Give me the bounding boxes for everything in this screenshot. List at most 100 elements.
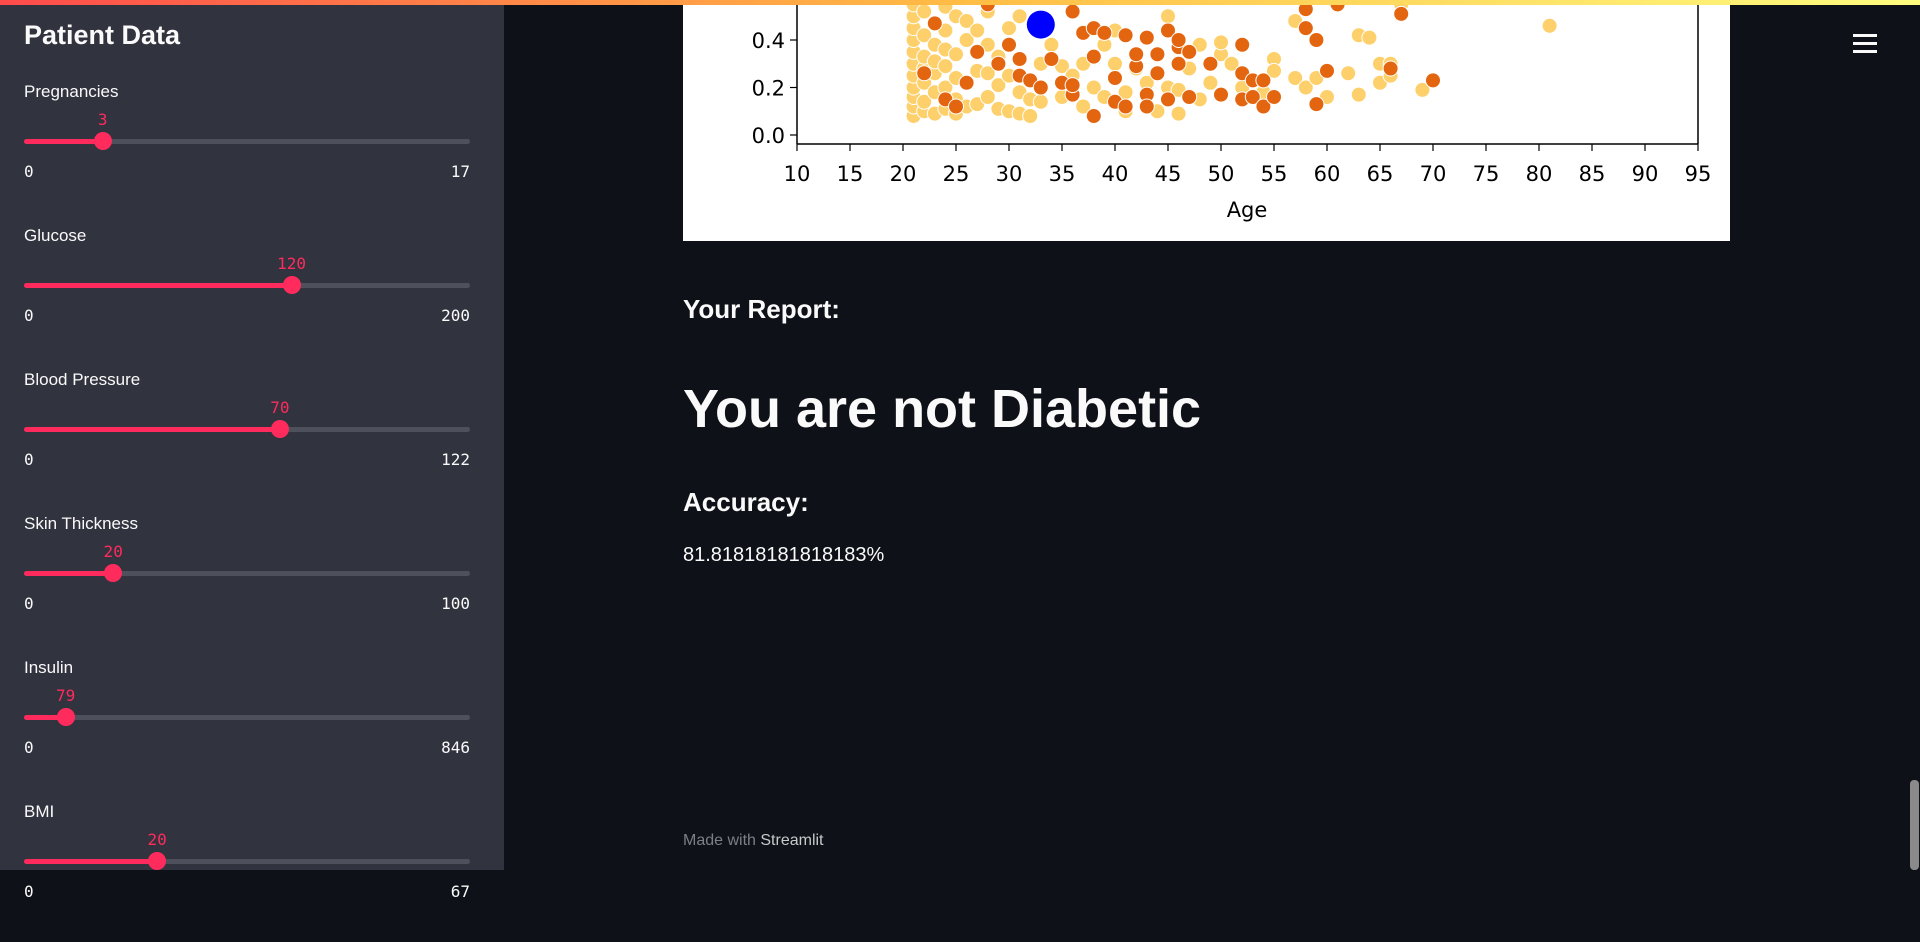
data-point	[1085, 108, 1102, 124]
data-point	[1213, 86, 1229, 103]
data-point	[1255, 72, 1272, 89]
slider-label: Blood Pressure	[24, 370, 141, 389]
x-tick-label: 70	[1420, 162, 1447, 186]
x-tick-label: 20	[890, 162, 917, 186]
data-point	[1350, 86, 1367, 103]
data-point	[1393, 5, 1410, 22]
top-decoration-bar	[0, 0, 1920, 5]
sidebar: Patient Data Pregnancies 3 0 17 Glucose 1…	[0, 0, 504, 901]
data-point	[969, 22, 986, 39]
slider-thumb[interactable]	[270, 420, 289, 438]
slider-thumb[interactable]	[148, 852, 167, 870]
slider-max: 67	[450, 882, 470, 901]
data-point	[1308, 96, 1325, 113]
slider-min: 0	[24, 594, 34, 613]
slider-thumb[interactable]	[93, 132, 112, 150]
data-point	[1160, 91, 1176, 108]
slider-track[interactable]	[24, 708, 470, 726]
vertical-scrollbar[interactable]	[1910, 780, 1919, 870]
footer: Made with Streamlit	[683, 832, 824, 850]
slider-max: 200	[441, 306, 470, 325]
report-heading: Your Report:	[683, 294, 840, 324]
data-point	[1107, 70, 1123, 86]
hamburger-icon[interactable]	[1853, 34, 1877, 56]
data-point	[1096, 24, 1113, 41]
data-point	[1181, 89, 1198, 105]
x-tick-label: 90	[1632, 162, 1659, 186]
data-point	[990, 55, 1007, 72]
y-tick-label: 0.4	[752, 29, 785, 53]
slider-pregnancies[interactable]: Pregnancies 3 0 17	[24, 82, 470, 222]
data-point	[1138, 29, 1155, 46]
slider-thumb[interactable]	[104, 564, 123, 582]
slider-value: 3	[97, 110, 108, 129]
slider-fill	[24, 859, 158, 864]
data-point	[1160, 8, 1176, 25]
data-point	[937, 58, 954, 75]
data-point	[916, 65, 933, 82]
data-point	[1361, 29, 1378, 46]
slider-fill	[24, 571, 114, 576]
slider-fill	[24, 283, 292, 288]
x-tick-label: 50	[1208, 162, 1235, 186]
data-point	[1001, 36, 1017, 53]
data-point	[1043, 51, 1060, 67]
data-point	[1085, 48, 1102, 65]
x-tick-label: 10	[784, 162, 811, 186]
slider-bmi[interactable]: BMI 20 0 67	[24, 802, 470, 942]
slider-track[interactable]	[24, 852, 470, 870]
data-point	[1382, 60, 1399, 77]
data-point	[1170, 32, 1187, 48]
x-axis-label: Age	[1227, 198, 1268, 222]
slider-track[interactable]	[24, 564, 470, 582]
slider-min: 0	[24, 450, 34, 469]
slider-min: 0	[24, 738, 34, 757]
slider-skin-thickness[interactable]: Skin Thickness 20 0 100	[24, 514, 470, 654]
data-point	[1149, 46, 1166, 63]
slider-insulin[interactable]: Insulin 79 0 846	[24, 658, 470, 798]
slider-track[interactable]	[24, 276, 470, 294]
data-point	[1340, 65, 1357, 82]
slider-thumb[interactable]	[282, 276, 301, 294]
data-point	[958, 74, 975, 91]
accuracy-heading: Accuracy:	[683, 487, 809, 517]
data-point	[1022, 108, 1039, 124]
x-tick-label: 55	[1261, 162, 1288, 186]
data-point	[1425, 72, 1441, 89]
slider-track[interactable]	[24, 420, 470, 438]
slider-thumb[interactable]	[56, 708, 75, 726]
x-tick-label: 35	[1049, 162, 1076, 186]
x-tick-label: 40	[1102, 162, 1129, 186]
slider-min: 0	[24, 306, 34, 325]
slider-value: 79	[56, 686, 76, 705]
data-point	[1319, 62, 1335, 79]
x-tick-label: 85	[1579, 162, 1606, 186]
slider-glucose[interactable]: Glucose 120 0 200	[24, 226, 470, 366]
slider-blood-pressure[interactable]: Blood Pressure 70 0 122	[24, 370, 470, 510]
data-point	[1032, 93, 1049, 110]
slider-track[interactable]	[24, 132, 470, 150]
slider-value: 70	[270, 398, 290, 417]
data-point	[1064, 3, 1081, 20]
data-point	[969, 43, 986, 60]
patient-point	[1026, 10, 1055, 39]
x-tick-label: 60	[1314, 162, 1341, 186]
slider-max: 100	[441, 594, 470, 613]
verdict-heading: You are not Diabetic	[683, 379, 1202, 439]
x-tick-label: 95	[1685, 162, 1712, 186]
data-point	[1001, 20, 1017, 37]
accuracy-value: 81.81818181818183%	[683, 544, 885, 566]
data-point	[1170, 55, 1187, 72]
slider-value: 20	[103, 542, 123, 561]
data-point	[926, 15, 943, 32]
streamlit-link[interactable]: Streamlit	[760, 832, 823, 849]
slider-min: 0	[24, 162, 34, 181]
data-point	[1011, 8, 1028, 25]
slider-label: Pregnancies	[24, 82, 119, 101]
data-point	[1064, 77, 1081, 94]
slider-fill	[24, 139, 103, 144]
data-point	[1117, 98, 1134, 115]
slider-label: Glucose	[24, 226, 87, 245]
data-point	[1181, 43, 1198, 60]
x-tick-label: 65	[1367, 162, 1394, 186]
